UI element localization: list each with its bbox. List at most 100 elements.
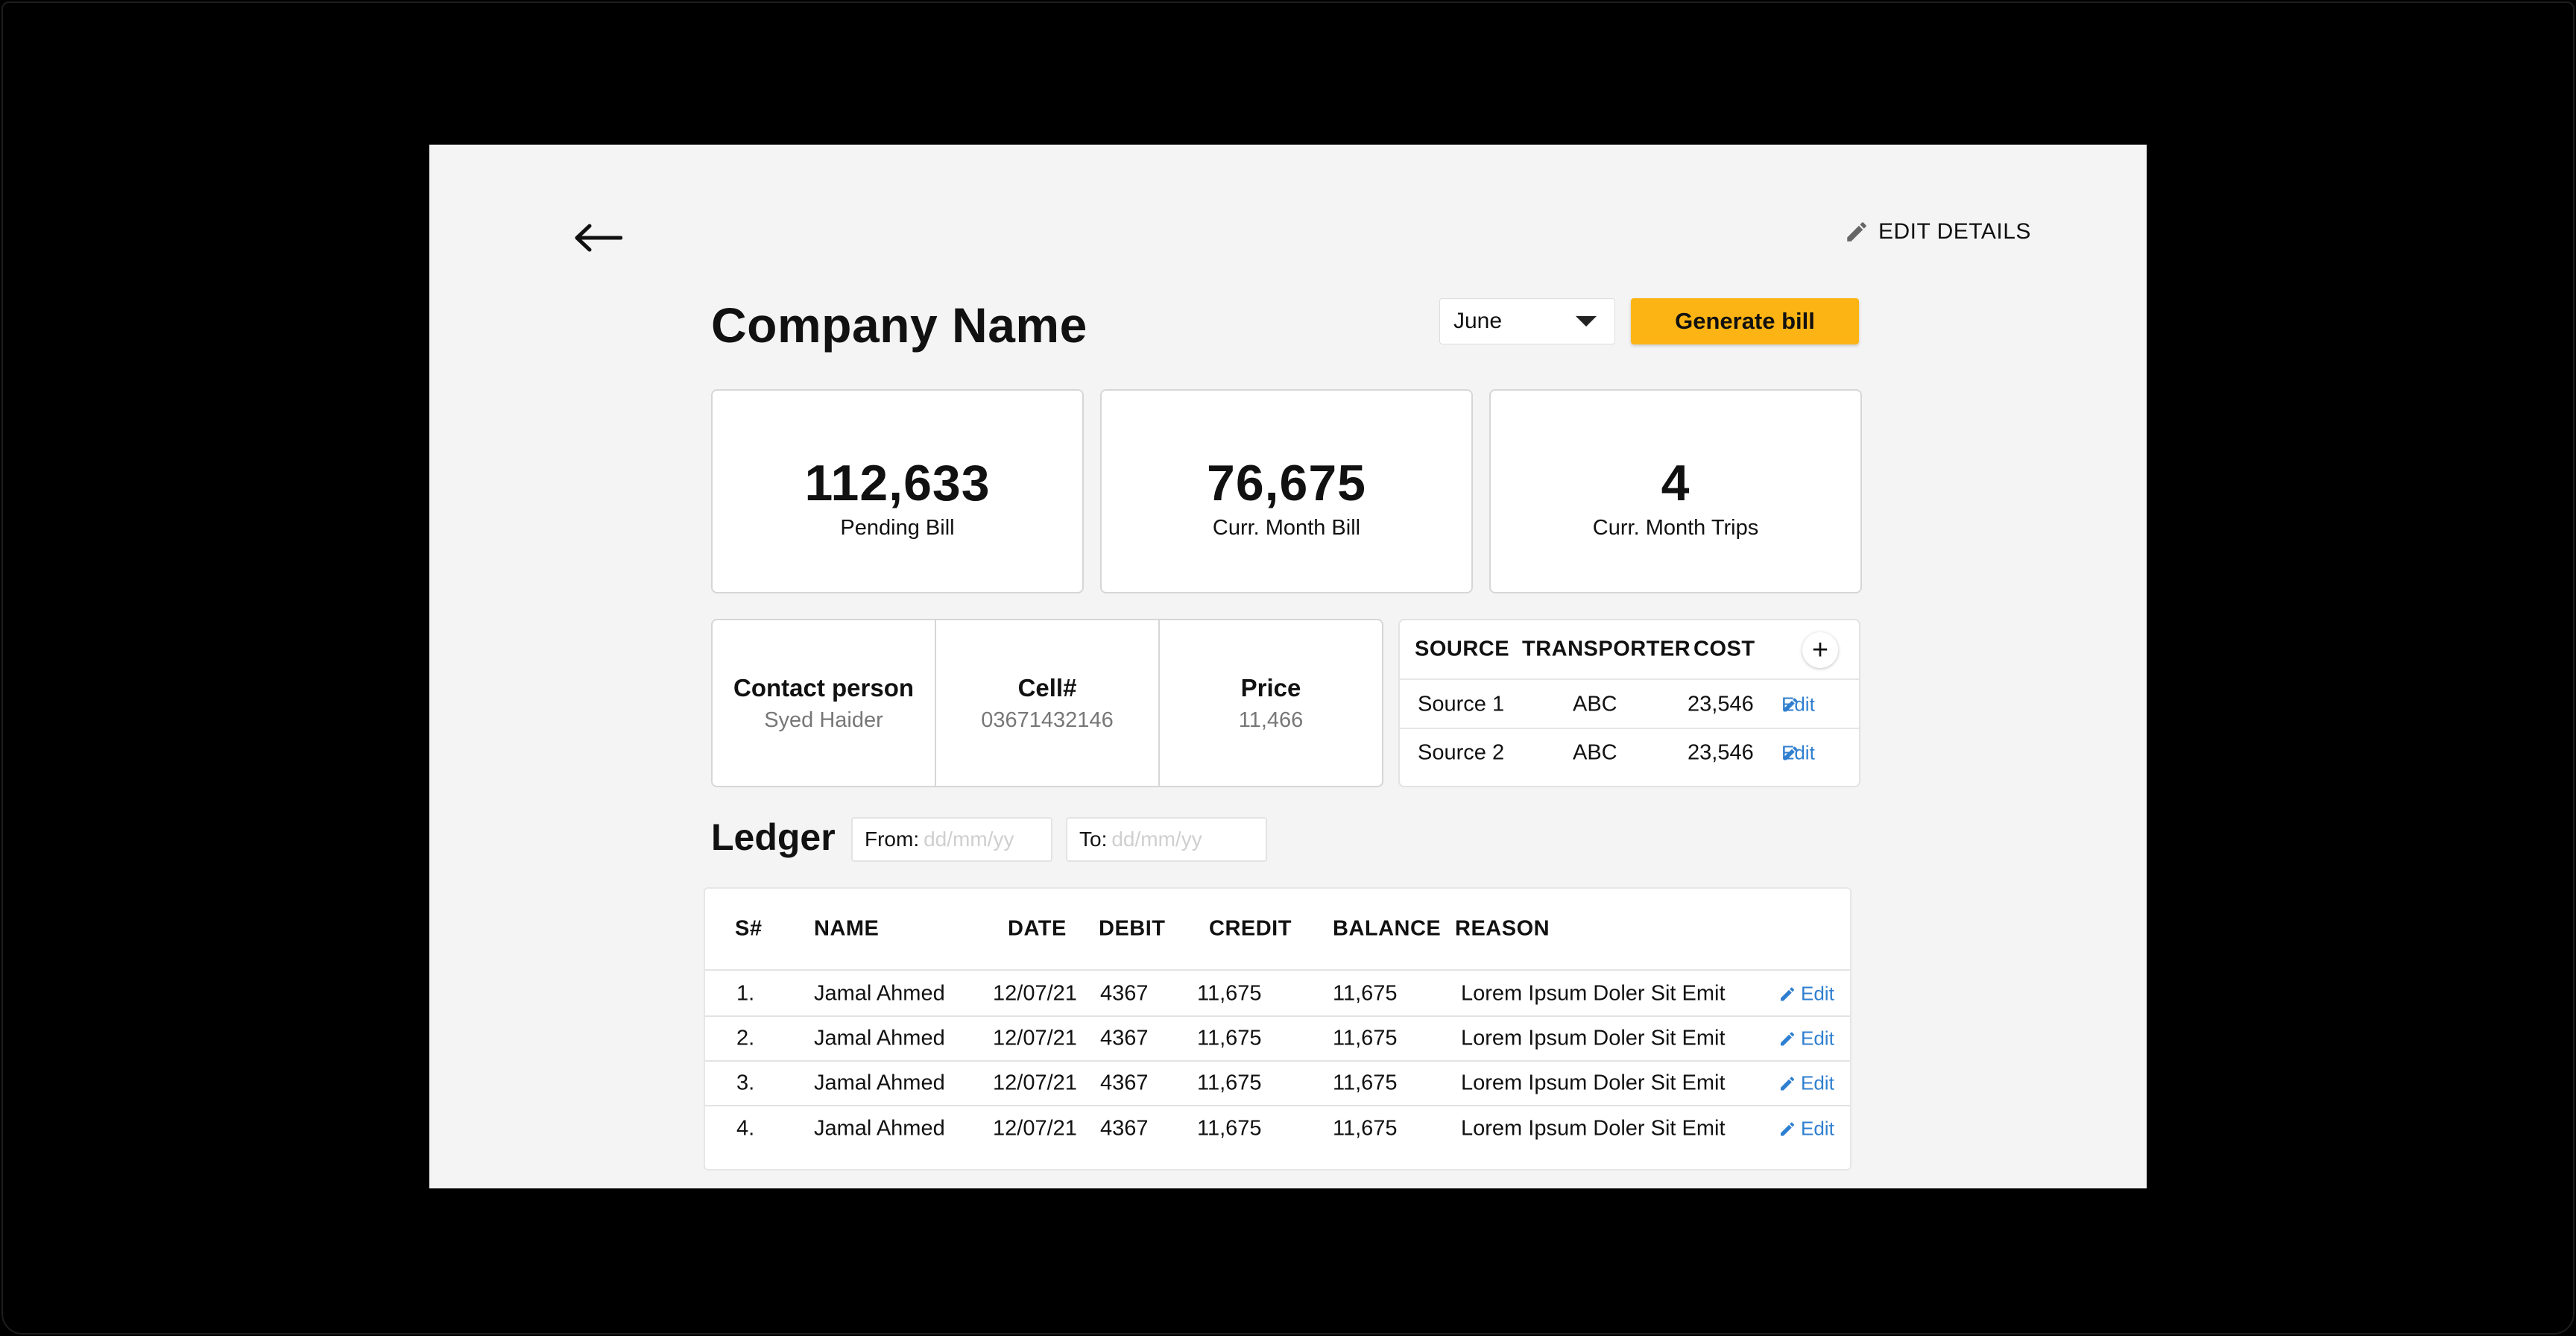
company-detail-screen: EDIT DETAILS Company Name June Generate … [429, 145, 2147, 1188]
transporter-name: ABC [1573, 740, 1617, 765]
ledger-cell-reason: Lorem Ipsum Doler Sit Emit [1461, 1026, 1726, 1050]
device-frame: EDIT DETAILS Company Name June Generate … [0, 0, 2576, 1336]
pencil-icon [1778, 1120, 1796, 1138]
price-cell: Price 11,466 [1160, 620, 1382, 786]
header-date: DATE [1008, 916, 1067, 941]
ledger-cell-reason: Lorem Ipsum Doler Sit Emit [1461, 1071, 1726, 1095]
edit-details-label: EDIT DETAILS [1878, 219, 2031, 244]
stat-label: Pending Bill [840, 515, 955, 540]
ledger-cell-sn: 4. [736, 1116, 755, 1141]
ledger-row: 4. Jamal Ahmed 12/07/21 4367 11,675 11,675 Lor… [705, 1106, 1850, 1151]
header-balance: BALANCE [1333, 916, 1442, 941]
cell-number-cell: Cell# 03671432146 [936, 620, 1160, 786]
source-row: Source 1 ABC 23,546 Edit [1400, 681, 1859, 729]
stat-label: Curr. Month Trips [1592, 515, 1759, 540]
edit-label: Edit [1801, 1117, 1834, 1140]
ledger-cell-sn: 1. [736, 981, 755, 1006]
price-label: Price [1240, 673, 1301, 702]
contact-person-cell: Contact person Syed Haider [713, 620, 936, 786]
to-date-input[interactable] [1111, 828, 1224, 851]
cell-number-value: 03671432146 [981, 708, 1114, 732]
pencil-icon [1778, 1030, 1796, 1047]
ledger-cell-credit: 11,675 [1197, 1026, 1262, 1050]
source-table: SOURCE TRANSPORTER COST + Source 1 ABC 2… [1398, 619, 1860, 787]
header-sn: S# [735, 916, 763, 941]
header-debit: DEBIT [1099, 916, 1166, 941]
ledger-cell-balance: 11,675 [1333, 1026, 1398, 1050]
edit-ledger-link[interactable]: Edit [1778, 1027, 1834, 1050]
pencil-icon [1778, 985, 1796, 1003]
stat-value: 76,675 [1207, 455, 1366, 512]
header-transporter: TRANSPORTER [1522, 637, 1691, 661]
cell-number-label: Cell# [1017, 673, 1077, 702]
edit-label: Edit [1801, 982, 1834, 1005]
edit-label: Edit [1801, 1071, 1834, 1094]
ledger-cell-date: 12/07/21 [993, 1026, 1077, 1050]
pencil-icon [1778, 1074, 1796, 1092]
ledger-cell-balance: 11,675 [1333, 981, 1398, 1006]
ledger-cell-balance: 11,675 [1333, 1116, 1398, 1141]
edit-label: Edit [1801, 1027, 1834, 1050]
edit-source-link[interactable]: Edit [1781, 742, 1815, 765]
edit-ledger-link[interactable]: Edit [1778, 1118, 1834, 1141]
header-cost: COST [1693, 637, 1755, 661]
to-date-label: To: [1079, 828, 1108, 851]
stat-value: 4 [1661, 455, 1690, 512]
stat-card-pending-bill: 112,633 Pending Bill [711, 389, 1084, 593]
ledger-cell-date: 12/07/21 [993, 981, 1077, 1006]
edit-source-link[interactable]: Edit [1781, 693, 1815, 716]
header-name: NAME [814, 916, 880, 941]
ledger-cell-name: Jamal Ahmed [814, 981, 945, 1006]
header-reason: REASON [1455, 916, 1550, 941]
ledger-table: S# NAME DATE DEBIT CREDIT BALANCE REASON… [704, 887, 1852, 1170]
page-title: Company Name [711, 297, 1087, 353]
back-arrow-icon [575, 224, 622, 252]
price-value: 11,466 [1238, 708, 1304, 732]
generate-bill-button[interactable]: Generate bill [1631, 298, 1859, 344]
source-row: Source 2 ABC 23,546 Edit [1400, 729, 1859, 777]
edit-ledger-link[interactable]: Edit [1778, 983, 1834, 1006]
ledger-cell-name: Jamal Ahmed [814, 1026, 945, 1050]
ledger-cell-credit: 11,675 [1197, 981, 1262, 1006]
from-date-field[interactable]: From: [851, 817, 1052, 862]
ledger-cell-reason: Lorem Ipsum Doler Sit Emit [1461, 981, 1726, 1006]
to-date-field[interactable]: To: [1066, 817, 1267, 862]
transporter-name: ABC [1573, 692, 1617, 716]
ledger-row: 1. Jamal Ahmed 12/07/21 4367 11,675 11,675 Lor… [705, 972, 1850, 1017]
edit-details-button[interactable]: EDIT DETAILS [1844, 213, 2031, 250]
ledger-cell-date: 12/07/21 [993, 1116, 1077, 1141]
pencil-icon [1844, 219, 1869, 245]
ledger-cell-credit: 11,675 [1197, 1071, 1262, 1095]
back-button[interactable] [568, 213, 628, 262]
contact-person-value: Syed Haider [764, 708, 883, 732]
source-name: Source 2 [1418, 740, 1505, 765]
ledger-cell-sn: 2. [736, 1026, 755, 1050]
source-name: Source 1 [1418, 692, 1505, 716]
ledger-cell-debit: 4367 [1100, 981, 1149, 1006]
stat-label: Curr. Month Bill [1212, 515, 1361, 540]
ledger-cell-name: Jamal Ahmed [814, 1116, 945, 1141]
month-select[interactable]: June [1439, 298, 1615, 344]
ledger-cell-reason: Lorem Ipsum Doler Sit Emit [1461, 1116, 1726, 1141]
caret-down-icon [1576, 316, 1597, 327]
ledger-table-header: S# NAME DATE DEBIT CREDIT BALANCE REASON [705, 889, 1850, 971]
stat-card-month-bill: 76,675 Curr. Month Bill [1100, 389, 1473, 593]
plus-icon: + [1811, 634, 1829, 666]
stat-value: 112,633 [804, 455, 991, 512]
month-select-value: June [1453, 309, 1503, 333]
ledger-row: 2. Jamal Ahmed 12/07/21 4367 11,675 11,675 Lor… [705, 1017, 1850, 1062]
contact-info-box: Contact person Syed Haider Cell# 0367143… [711, 619, 1383, 787]
edit-ledger-link[interactable]: Edit [1778, 1072, 1834, 1095]
contact-person-label: Contact person [733, 673, 915, 702]
stat-card-month-trips: 4 Curr. Month Trips [1489, 389, 1862, 593]
from-date-label: From: [865, 828, 920, 851]
ledger-row: 3. Jamal Ahmed 12/07/21 4367 11,675 11,675 Lor… [705, 1062, 1850, 1106]
ledger-title: Ledger [711, 816, 836, 858]
from-date-input[interactable] [924, 828, 1036, 851]
pencil-icon [1781, 696, 1799, 713]
add-source-button[interactable]: + [1802, 632, 1838, 668]
source-cost: 23,546 [1688, 740, 1754, 765]
pencil-icon [1781, 744, 1799, 762]
source-table-header: SOURCE TRANSPORTER COST + [1400, 620, 1859, 680]
source-cost: 23,546 [1688, 692, 1754, 716]
